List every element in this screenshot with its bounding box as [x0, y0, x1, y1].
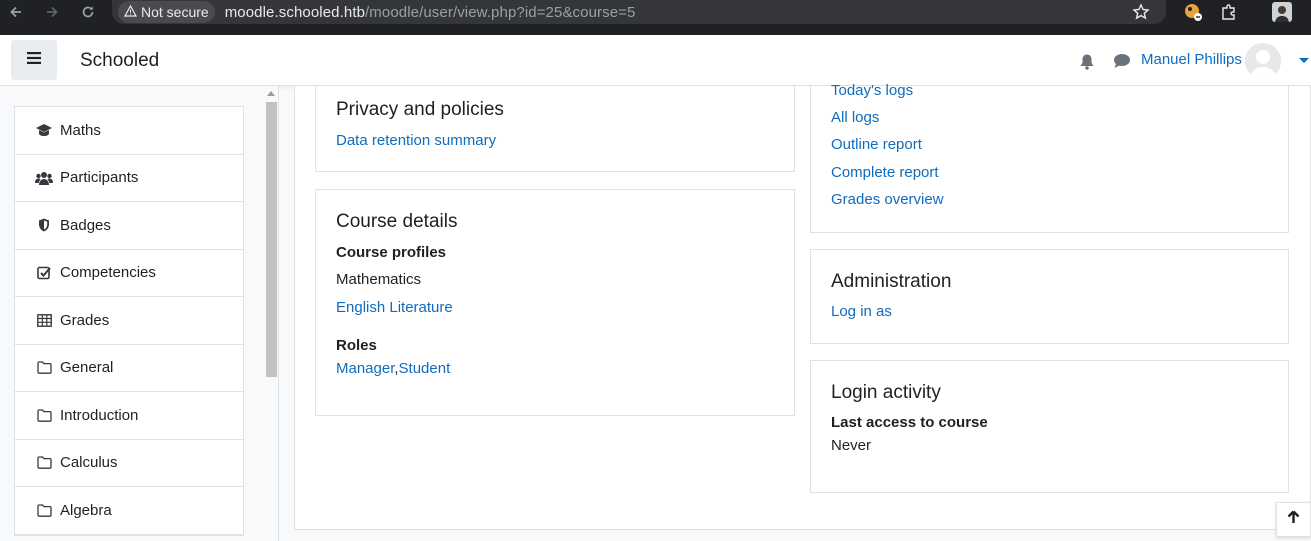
- hamburger-icon: [27, 51, 41, 69]
- privacy-title: Privacy and policies: [336, 99, 504, 120]
- warning-triangle-icon: [123, 4, 138, 20]
- role-manager-link[interactable]: Manager: [336, 360, 394, 377]
- user-name[interactable]: Manuel Phillips: [1141, 51, 1242, 68]
- puzzle-icon[interactable]: [1217, 0, 1241, 24]
- url-path: /moodle/user/view.php?id=25&course=5: [365, 3, 636, 21]
- roles-label: Roles: [336, 337, 377, 354]
- address-bar[interactable]: Not secure moodle.schooled.htb/moodle/us…: [112, 0, 1166, 24]
- users-icon: [35, 171, 53, 185]
- login-activity-title: Login activity: [831, 382, 941, 403]
- administration-title: Administration: [831, 271, 952, 292]
- reports-card: Today's logs All logs Outline report Com…: [810, 82, 1289, 233]
- sidebar-item-competencies[interactable]: Competencies: [15, 250, 243, 297]
- drawer-toggle-button[interactable]: [11, 40, 57, 80]
- last-access-label: Last access to course: [831, 414, 988, 431]
- last-access-value: Never: [831, 437, 872, 454]
- browser-toolbar: Not secure moodle.schooled.htb/moodle/us…: [0, 0, 1311, 35]
- sidebar-item-label: Maths: [60, 121, 101, 139]
- sidebar-item-label: General: [60, 359, 114, 377]
- sidebar-item-badges[interactable]: Badges: [15, 202, 243, 250]
- role-student-link[interactable]: Student: [399, 360, 451, 377]
- roles-list: Manager,Student: [336, 360, 450, 377]
- chat-bubble-icon[interactable]: [1113, 52, 1131, 70]
- back-to-top-button[interactable]: [1276, 502, 1311, 537]
- reload-icon[interactable]: [76, 0, 100, 24]
- sidebar-item-label: Participants: [60, 169, 139, 187]
- profile-avatar-icon[interactable]: [1270, 0, 1294, 24]
- sidebar-scrollbar[interactable]: [265, 91, 278, 541]
- sidebar-item-calculus[interactable]: Calculus: [15, 440, 243, 487]
- course-profiles-label: Course profiles: [336, 244, 447, 261]
- sidebar-item-maths[interactable]: Maths: [15, 107, 243, 155]
- sidebar-item-introduction[interactable]: Introduction: [15, 392, 243, 440]
- folder-icon: [35, 409, 53, 422]
- avatar[interactable]: [1245, 43, 1281, 79]
- administration-card: Administration Log in as: [810, 249, 1289, 344]
- back-arrow-icon[interactable]: [4, 0, 28, 24]
- folder-icon: [35, 361, 53, 375]
- report-link-todays-logs[interactable]: Today's logs: [831, 82, 913, 99]
- sidebar-item-algebra[interactable]: Algebra: [15, 487, 243, 535]
- privacy-card: Privacy and policies Data retention summ…: [315, 86, 795, 172]
- url-text: moodle.schooled.htb/moodle/user/view.php…: [225, 4, 636, 21]
- site-name[interactable]: Schooled: [80, 50, 159, 72]
- arrow-up-icon: [1287, 510, 1300, 529]
- scrollbar-thumb[interactable]: [266, 102, 277, 377]
- sidebar-item-label: Calculus: [60, 454, 118, 472]
- report-link-complete[interactable]: Complete report: [831, 164, 939, 181]
- course-details-title: Course details: [336, 211, 458, 232]
- log-in-as-link[interactable]: Log in as: [831, 303, 892, 320]
- check-square-icon: [35, 266, 53, 280]
- course-profile-link[interactable]: English Literature: [336, 299, 453, 316]
- scroll-up-arrow-icon[interactable]: [267, 91, 275, 96]
- shield-icon: [35, 218, 53, 232]
- user-menu-caret-icon[interactable]: [1299, 58, 1309, 63]
- security-label: Not secure: [141, 4, 209, 20]
- sidebar-item-participants[interactable]: Participants: [15, 155, 243, 202]
- course-profile-current: Mathematics: [336, 271, 422, 288]
- bell-icon[interactable]: [1078, 52, 1096, 70]
- course-nav-list: Maths Participants Badges Competencies G…: [14, 106, 244, 536]
- sidebar-item-general[interactable]: General: [15, 345, 243, 392]
- login-activity-card: Login activity Last access to course Nev…: [810, 360, 1289, 493]
- graduation-cap-icon: [35, 123, 53, 137]
- data-retention-link[interactable]: Data retention summary: [336, 132, 496, 149]
- nav-drawer: Maths Participants Badges Competencies G…: [0, 86, 279, 541]
- top-navbar: Schooled Manuel Phillips: [0, 35, 1311, 86]
- sidebar-item-label: Competencies: [60, 264, 156, 282]
- report-link-all-logs[interactable]: All logs: [831, 109, 879, 126]
- security-indicator[interactable]: Not secure: [118, 1, 215, 23]
- sidebar-item-label: Badges: [60, 216, 111, 234]
- forward-arrow-icon[interactable]: [40, 0, 64, 24]
- star-icon[interactable]: [1132, 3, 1150, 26]
- report-link-grades-overview[interactable]: Grades overview: [831, 191, 944, 208]
- folder-icon: [35, 456, 53, 470]
- sidebar-item-label: Introduction: [60, 406, 139, 424]
- sidebar-item-grades[interactable]: Grades: [15, 297, 243, 345]
- course-details-card: Course details Course profiles Mathemati…: [315, 189, 795, 416]
- folder-icon: [35, 504, 53, 517]
- url-host: moodle.schooled.htb: [224, 3, 366, 21]
- table-icon: [35, 313, 53, 327]
- sidebar-item-label: Algebra: [60, 501, 112, 519]
- extension-icon[interactable]: [1181, 0, 1205, 24]
- report-link-outline[interactable]: Outline report: [831, 136, 922, 153]
- sidebar-item-label: Grades: [60, 311, 110, 329]
